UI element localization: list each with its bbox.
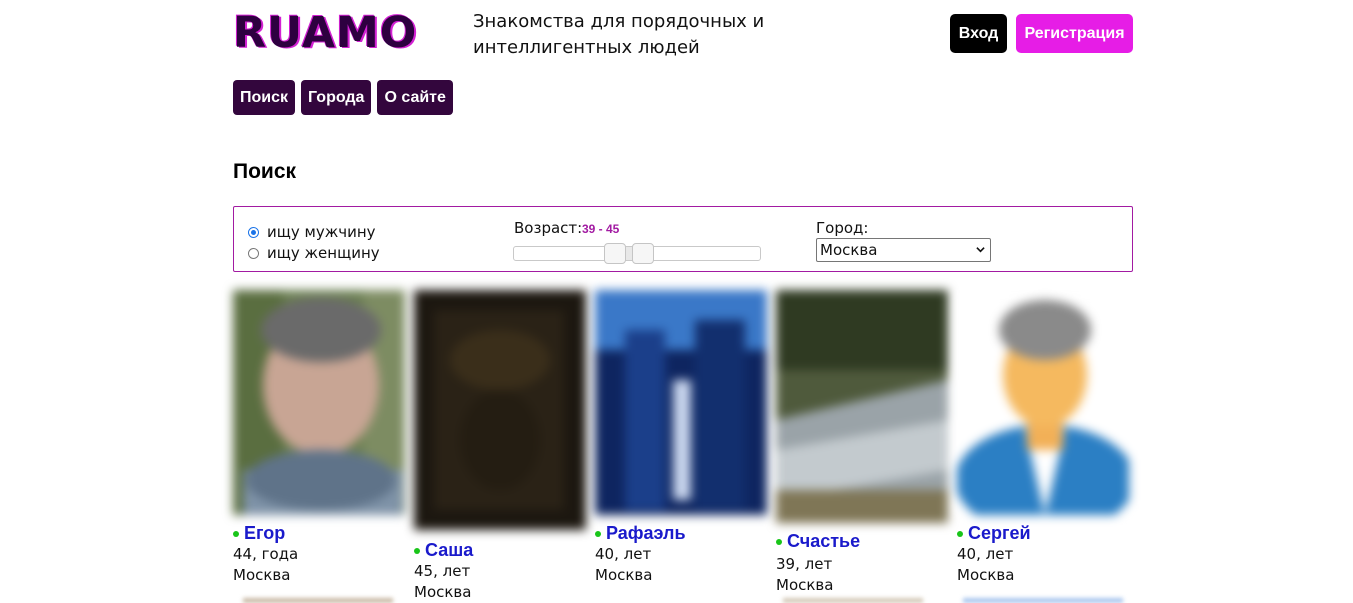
profile-name-link[interactable]: Рафаэль [595,523,686,544]
login-button[interactable]: Вход [950,14,1007,53]
gender-option-female-label: ищу женщину [267,244,380,262]
online-status-dot [776,538,782,545]
online-status-dot [595,530,601,537]
next-row-photo [963,598,1123,603]
online-status-dot [957,530,963,537]
profile-city: Москва [233,566,291,584]
age-label: Возраст: [514,219,583,237]
profile-age: 40, лет [595,545,652,563]
register-button[interactable]: Регистрация [1016,14,1133,53]
profile-photo[interactable] [957,290,1129,515]
profile-name-link[interactable]: Саша [414,540,473,561]
age-range-value: 39 - 45 [582,222,620,236]
profile-age: 45, лет [414,562,471,580]
page-title: Поиск [233,160,297,183]
radio-male[interactable] [248,226,259,238]
profile-info: 40, лет Москва [957,544,1014,586]
profile-name: Егор [244,523,286,543]
profile-name: Счастье [787,531,861,551]
site-logo[interactable]: RUAMO [233,9,417,57]
profile-city: Москва [414,583,472,601]
age-slider-min-handle[interactable] [604,243,626,264]
city-label: Город: [816,219,869,237]
profile-photo[interactable] [595,290,767,515]
profile-info: 39, лет Москва [776,554,833,596]
main-nav: Поиск Города О сайте [233,80,453,115]
city-select-value: Москва [820,241,878,259]
profile-name: Саша [425,540,474,560]
profile-info: 40, лет Москва [595,544,652,586]
profile-city: Москва [776,576,834,594]
age-slider[interactable] [513,243,761,264]
profile-info: 45, лет Москва [414,561,471,603]
next-row-photo [783,598,923,603]
search-filter-panel: ищу мужчину ищу женщину Возраст: 39 - 45… [233,206,1133,272]
profile-city: Москва [957,566,1015,584]
profile-name: Сергей [968,523,1031,543]
page-container: RUAMO Знакомства для порядочных и интелл… [233,0,1133,603]
profile-name-link[interactable]: Егор [233,523,285,544]
profile-city: Москва [595,566,653,584]
profile-age: 39, лет [776,555,833,573]
gender-option-female[interactable]: ищу женщину [248,244,380,262]
chevron-down-icon [976,247,985,253]
nav-cities[interactable]: Города [301,80,372,115]
radio-female[interactable] [248,247,259,259]
site-tagline: Знакомства для порядочных и интеллигентн… [473,11,765,58]
profile-name-link[interactable]: Сергей [957,523,1031,544]
profile-info: 44, года Москва [233,544,298,586]
profile-age: 44, года [233,545,299,563]
online-status-dot [233,530,239,537]
profile-photo[interactable] [233,290,405,515]
profile-name: Рафаэль [606,523,686,543]
online-status-dot [414,547,420,554]
profile-age: 40, лет [957,545,1014,563]
profile-photo[interactable] [414,290,586,530]
age-slider-max-handle[interactable] [632,243,654,264]
nav-search[interactable]: Поиск [233,80,296,115]
profile-photo[interactable] [776,290,948,523]
nav-about[interactable]: О сайте [377,80,453,115]
profile-name-link[interactable]: Счастье [776,531,860,552]
city-select[interactable]: Москва [816,238,991,262]
gender-option-male-label: ищу мужчину [267,223,376,241]
gender-option-male[interactable]: ищу мужчину [248,223,376,241]
next-row-photo [243,598,393,603]
